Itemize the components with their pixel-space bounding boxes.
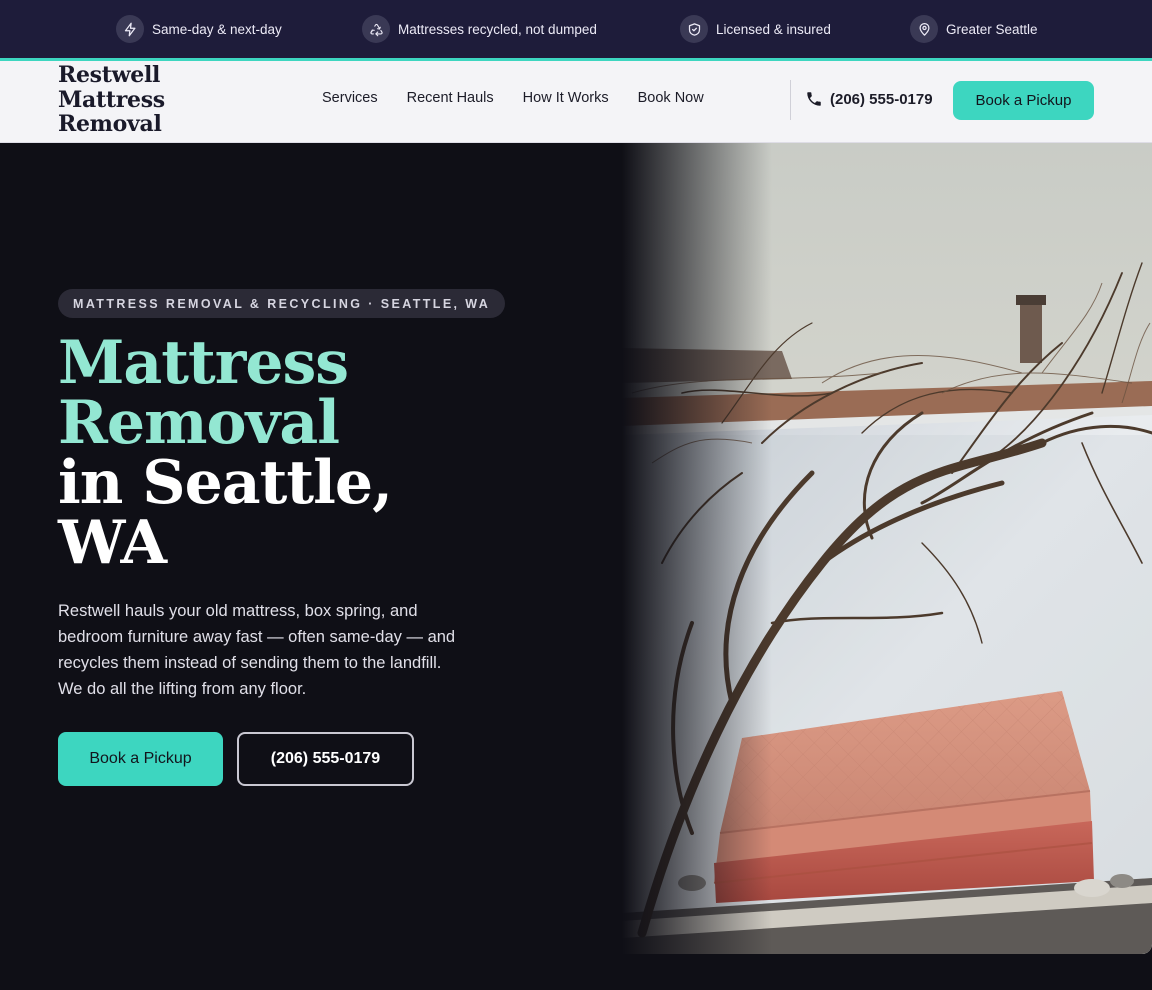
hero-headline: Mattress Removal in Seattle, WA	[58, 328, 393, 578]
hero-eyebrow-badge: MATTRESS REMOVAL & RECYCLING · SEATTLE, …	[58, 289, 506, 318]
hero-book-pickup-button[interactable]: Book a Pickup	[58, 732, 223, 786]
headline-line: WA	[58, 508, 167, 578]
header-phone-link[interactable]: (206) 555-0179	[805, 90, 933, 108]
topbar-item-recycled: Mattresses recycled, not dumped	[362, 14, 597, 44]
nav-recent-hauls[interactable]: Recent Hauls	[407, 90, 494, 106]
topbar-label: Greater Seattle	[946, 21, 1038, 37]
nav-book-now[interactable]: Book Now	[638, 90, 704, 106]
topbar-item-area: Greater Seattle	[910, 14, 1038, 44]
hero-description: Restwell hauls your old mattress, box sp…	[58, 602, 456, 698]
topbar-label: Same-day & next-day	[152, 21, 282, 37]
topbar-item-same-day: Same-day & next-day	[116, 14, 282, 44]
nav-services[interactable]: Services	[322, 90, 378, 106]
hero-section: MATTRESS REMOVAL & RECYCLING · SEATTLE, …	[0, 143, 1152, 990]
logo-line: Removal	[58, 111, 162, 137]
headline-line: Removal	[58, 388, 340, 458]
hero-photo	[622, 143, 1152, 954]
header-phone-number: (206) 555-0179	[830, 90, 933, 108]
shield-check-icon	[680, 15, 708, 43]
recycle-icon	[362, 15, 390, 43]
topbar-label: Mattresses recycled, not dumped	[398, 21, 597, 37]
header-book-pickup-button[interactable]: Book a Pickup	[953, 81, 1094, 120]
site-logo[interactable]: Restwell Mattress Removal	[58, 63, 165, 137]
topbar-label: Licensed & insured	[716, 21, 831, 37]
main-nav: Services Recent Hauls How It Works Book …	[322, 90, 733, 106]
photo-fade-overlay	[622, 143, 772, 954]
logo-line: Restwell	[58, 62, 161, 88]
logo-line: Mattress	[58, 86, 165, 113]
lightning-icon	[116, 15, 144, 43]
nav-how-it-works[interactable]: How It Works	[523, 90, 609, 106]
topbar-item-licensed: Licensed & insured	[680, 14, 831, 44]
headline-line: Mattress	[58, 328, 349, 398]
top-announcement-bar: Same-day & next-day Mattresses recycled,…	[0, 0, 1152, 58]
map-pin-icon	[910, 15, 938, 43]
headline-line: in Seattle,	[58, 448, 393, 518]
header-divider	[790, 80, 791, 120]
phone-icon	[807, 92, 821, 106]
hero-call-button[interactable]: (206) 555-0179	[237, 732, 414, 786]
site-header: Restwell Mattress Removal Services Recen…	[0, 61, 1152, 143]
